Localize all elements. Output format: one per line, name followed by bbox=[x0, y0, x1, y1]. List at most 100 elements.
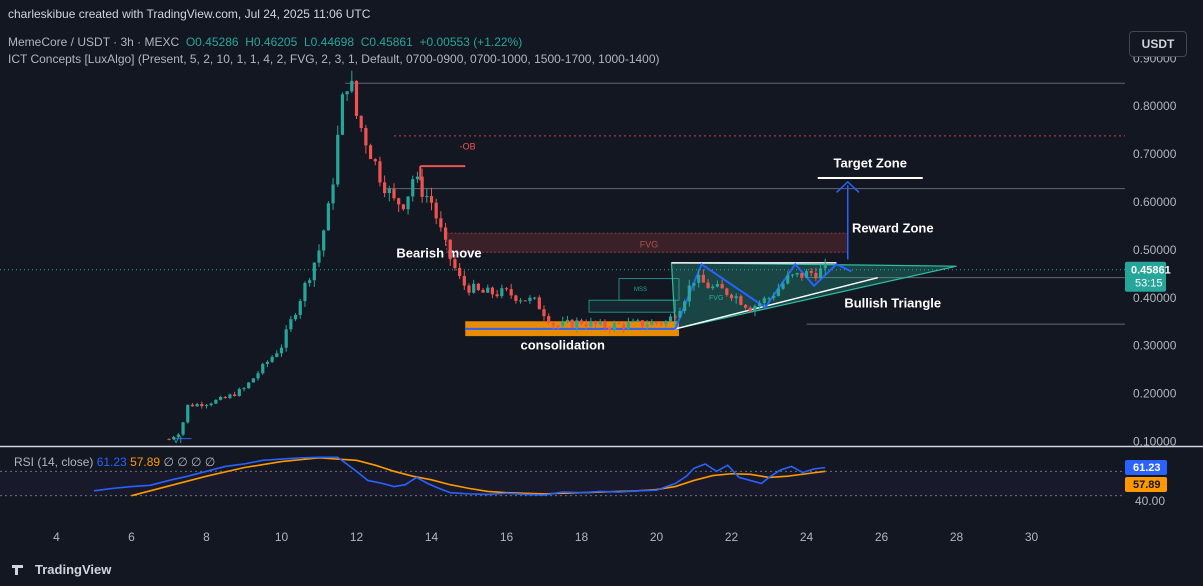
brand-text: TradingView bbox=[35, 562, 112, 577]
price-tick-6: 0.30000 bbox=[1133, 339, 1177, 353]
candle-body bbox=[729, 294, 734, 299]
candle-body bbox=[415, 176, 420, 180]
candle-body bbox=[214, 399, 218, 404]
candle-body bbox=[200, 404, 204, 407]
candle-body bbox=[242, 388, 246, 390]
candle-body bbox=[509, 289, 513, 296]
candle-body bbox=[664, 321, 668, 325]
candle-body bbox=[228, 394, 232, 399]
candle-body bbox=[420, 176, 424, 197]
candle-body bbox=[312, 262, 316, 281]
symbol-name[interactable]: MemeCore / USDT · 3h · MEXC bbox=[8, 35, 179, 49]
candle-body bbox=[340, 94, 345, 135]
chart-credit: charleskibue created with TradingView.co… bbox=[8, 7, 371, 21]
candle-body bbox=[209, 403, 213, 406]
time-tick-1: 6 bbox=[128, 530, 135, 544]
candle-body bbox=[814, 272, 818, 279]
candle-body bbox=[673, 316, 677, 318]
candle-body bbox=[622, 324, 626, 329]
candle-body bbox=[612, 323, 616, 330]
candle-body bbox=[772, 295, 776, 299]
candle-body bbox=[237, 388, 241, 397]
candle-body bbox=[556, 325, 560, 327]
candle-body bbox=[256, 373, 260, 379]
candle-body bbox=[261, 363, 265, 374]
candle-body bbox=[608, 327, 612, 330]
rsi-ma-tag-value: 57.89 bbox=[1133, 479, 1161, 491]
candle-body bbox=[490, 287, 495, 295]
time-tick-9: 22 bbox=[725, 530, 739, 544]
candle-body bbox=[715, 284, 720, 287]
candle-body bbox=[186, 404, 190, 423]
candle-body bbox=[293, 314, 298, 320]
candle-body bbox=[547, 316, 551, 323]
candle-body bbox=[706, 282, 710, 289]
indicator-legend[interactable]: ICT Concepts [LuxAlgo] (Present, 5, 2, 1… bbox=[8, 52, 660, 66]
candle-body bbox=[739, 296, 743, 305]
candle-body bbox=[190, 404, 195, 407]
candle-body bbox=[279, 347, 284, 354]
candle-body bbox=[575, 320, 579, 328]
candle-body bbox=[565, 319, 570, 322]
time-tick-13: 30 bbox=[1025, 530, 1039, 544]
candle-body bbox=[701, 274, 705, 283]
price-tag-countdown: 53:15 bbox=[1135, 278, 1163, 290]
rsi-legend[interactable]: RSI (14, close) 61.23 57.89 ∅ ∅ ∅ ∅ bbox=[14, 455, 215, 469]
candle-body bbox=[804, 270, 809, 278]
candle-body bbox=[462, 276, 466, 286]
candle-body bbox=[631, 320, 635, 323]
time-tick-12: 28 bbox=[950, 530, 964, 544]
candle-body bbox=[758, 303, 762, 306]
price-tick-7: 0.20000 bbox=[1133, 387, 1177, 401]
candle-body bbox=[650, 321, 654, 325]
candle-body bbox=[218, 396, 223, 400]
price-tick-5: 0.40000 bbox=[1133, 291, 1177, 305]
candle-body bbox=[640, 320, 645, 327]
candle-body bbox=[617, 323, 621, 325]
time-tick-2: 8 bbox=[203, 530, 210, 544]
price-tick-3: 0.60000 bbox=[1133, 195, 1177, 209]
candle-body bbox=[233, 394, 237, 397]
candle-body bbox=[429, 196, 434, 203]
change-value: +0.00553 (+1.22%) bbox=[419, 35, 523, 49]
time-tick-11: 26 bbox=[875, 530, 889, 544]
candle-body bbox=[401, 204, 405, 210]
candle-body bbox=[303, 282, 307, 302]
candle-body bbox=[584, 324, 588, 327]
target-zone-label: Target Zone bbox=[834, 156, 907, 171]
candle-body bbox=[176, 434, 180, 437]
candle-body bbox=[659, 323, 663, 325]
candle-body bbox=[467, 285, 471, 293]
candle-body bbox=[472, 283, 476, 293]
candle-body bbox=[687, 285, 691, 302]
candle-body bbox=[589, 321, 593, 327]
candle-body bbox=[181, 422, 185, 435]
candle-body bbox=[743, 304, 748, 308]
time-tick-4: 12 bbox=[350, 530, 364, 544]
close-value: 0.45861 bbox=[369, 35, 413, 49]
mss-label: MSS bbox=[634, 287, 647, 293]
candle-body bbox=[781, 283, 785, 289]
candle-body bbox=[514, 295, 518, 301]
currency-unit-button[interactable]: USDT bbox=[1129, 31, 1187, 57]
candle-body bbox=[204, 405, 209, 407]
candle-body bbox=[373, 159, 377, 162]
tradingview-logo[interactable]: TradingView bbox=[12, 562, 111, 577]
bullish-triangle-label: Bullish Triangle bbox=[844, 296, 941, 311]
candle-body bbox=[654, 321, 659, 324]
candle-body bbox=[776, 288, 780, 296]
candle-body bbox=[697, 274, 701, 283]
candle-body bbox=[767, 298, 771, 300]
fvg-label: FVG bbox=[640, 240, 659, 250]
rsi-title: RSI (14, close) bbox=[14, 455, 94, 469]
candle-body bbox=[345, 91, 349, 95]
candle-body bbox=[598, 322, 602, 325]
candle-body bbox=[251, 378, 255, 383]
candle-body bbox=[561, 321, 565, 327]
candle-body bbox=[425, 196, 429, 198]
price-chart[interactable]: 0.900000.800000.700000.600000.500000.400… bbox=[0, 0, 1203, 586]
time-tick-8: 20 bbox=[650, 530, 664, 544]
candle-body bbox=[350, 80, 354, 92]
rsi-legend-value: 61.23 bbox=[96, 455, 127, 469]
candle-body bbox=[406, 196, 410, 210]
